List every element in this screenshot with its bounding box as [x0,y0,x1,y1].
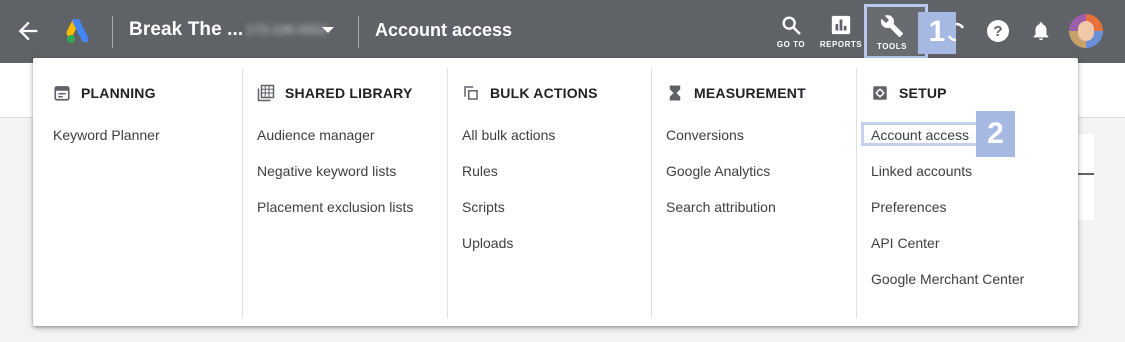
account-dropdown-icon[interactable] [322,27,334,33]
go-to-label: GO TO [776,40,806,49]
planning-title: PLANNING [81,85,156,101]
menu-item-preferences[interactable]: Preferences [871,199,946,215]
search-icon [782,16,801,35]
menu-item-google-merchant-center[interactable]: Google Merchant Center [871,271,1024,287]
go-to-button[interactable]: GO TO [765,10,817,54]
menu-item-audience-manager[interactable]: Audience manager [257,127,375,143]
help-icon[interactable]: ? [986,19,1010,43]
reports-button[interactable]: REPORTS [815,10,867,54]
tools-button[interactable]: TOOLS [866,10,918,54]
menu-column-bulk-actions: BULK ACTIONS All bulk actions Rules Scri… [442,68,651,318]
account-id[interactable]: 170-106-0002 [246,22,327,37]
menu-column-header: BULK ACTIONS [462,83,598,103]
menu-item-conversions[interactable]: Conversions [666,127,744,143]
menu-column-measurement: MEASUREMENT Conversions Google Analytics… [646,68,855,318]
menu-item-rules[interactable]: Rules [462,163,498,179]
tools-menu-panel: PLANNING Keyword Planner SHARED LIBRARY … [33,58,1078,326]
menu-item-negative-keyword-lists[interactable]: Negative keyword lists [257,163,396,179]
tools-label: TOOLS [877,42,907,51]
menu-item-google-analytics[interactable]: Google Analytics [666,163,770,179]
divider [112,16,113,48]
measurement-title: MEASUREMENT [694,85,806,101]
reports-label: REPORTS [819,40,863,49]
divider [358,16,359,48]
hourglass-icon [669,85,681,101]
notifications-bell-icon[interactable] [1030,19,1052,43]
google-ads-logo-icon[interactable] [66,17,94,45]
refresh-icon[interactable] [946,20,966,44]
library-icon [257,84,275,102]
menu-column-shared-library: SHARED LIBRARY Audience manager Negative… [237,68,446,318]
wrench-icon [880,15,903,37]
menu-item-all-bulk-actions[interactable]: All bulk actions [462,127,555,143]
setup-title: SETUP [899,85,947,101]
shared-library-title: SHARED LIBRARY [285,85,413,101]
bar-chart-icon [831,15,851,35]
menu-column-header: SHARED LIBRARY [257,83,413,103]
back-arrow-icon[interactable] [14,17,42,45]
bulk-actions-title: BULK ACTIONS [490,85,598,101]
menu-item-api-center[interactable]: API Center [871,235,939,251]
menu-item-linked-accounts[interactable]: Linked accounts [871,163,972,179]
menu-item-uploads[interactable]: Uploads [462,235,513,251]
menu-item-scripts[interactable]: Scripts [462,199,505,215]
avatar[interactable] [1069,14,1103,48]
menu-column-header: MEASUREMENT [666,83,806,103]
account-access-highlight-box [861,122,979,146]
menu-item-keyword-planner[interactable]: Keyword Planner [53,127,160,143]
account-name[interactable]: Break The ... [129,19,243,41]
step-annotation-2: 2 [976,111,1015,157]
top-app-bar: Break The ... 170-106-0002 Account acces… [0,0,1125,63]
menu-item-placement-exclusion-lists[interactable]: Placement exclusion lists [257,199,413,215]
menu-item-search-attribution[interactable]: Search attribution [666,199,776,215]
bulk-copy-icon [464,86,478,100]
menu-column-planning: PLANNING Keyword Planner [33,68,242,318]
background-card [1078,134,1094,220]
page-title: Account access [375,20,513,40]
calendar-icon [54,86,70,101]
menu-column-setup: SETUP Account access Linked accounts Pre… [851,68,1078,318]
menu-column-header: SETUP [871,83,947,103]
settings-icon [873,86,887,100]
menu-column-header: PLANNING [53,83,156,103]
background-card-tab [1078,173,1094,175]
svg-text:?: ? [993,23,1002,40]
